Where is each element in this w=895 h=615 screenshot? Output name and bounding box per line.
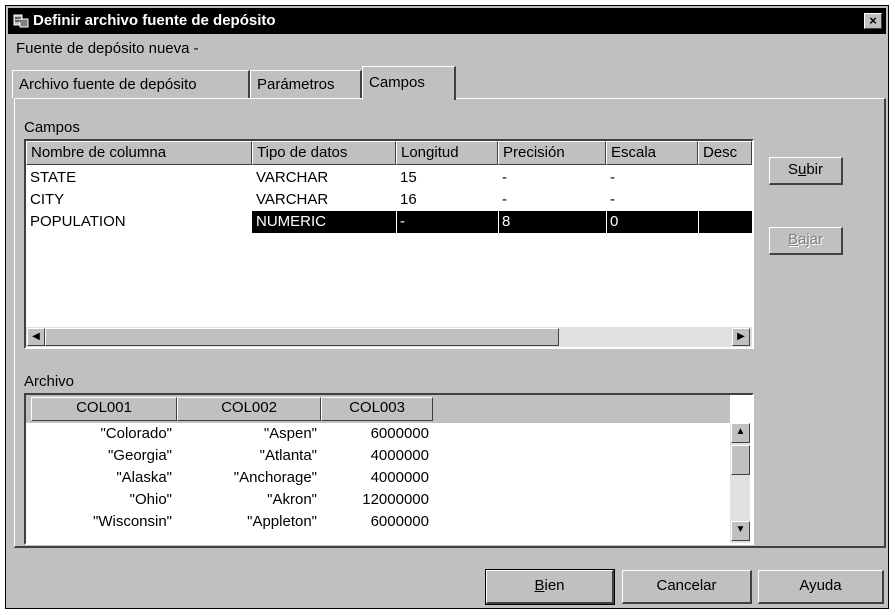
scroll-thumb[interactable] [731, 445, 750, 475]
cell: "Alaska" [116, 469, 172, 486]
cell: VARCHAR [256, 191, 329, 208]
cell-separator [606, 211, 607, 233]
file-preview[interactable]: COL001 COL002 COL003 "Colorado" "Aspen" … [24, 393, 754, 545]
cell: - [396, 211, 498, 233]
fields-table[interactable]: Nombre de columna Tipo de datos Longitud… [24, 139, 754, 349]
list-item: "Colorado" "Aspen" 6000000 [26, 423, 726, 445]
move-up-button[interactable]: Subir [769, 157, 843, 185]
list-item: "Ohio" "Akron" 12000000 [26, 489, 726, 511]
scroll-right-icon[interactable]: ▶ [732, 328, 750, 346]
campos-section-label: Campos [24, 119, 80, 136]
cell: 4000000 [370, 447, 429, 464]
move-down-button[interactable]: Bajar [769, 227, 843, 255]
cell: 6000000 [370, 513, 429, 530]
tab-label: Parámetros [257, 76, 335, 93]
button-label: S [787, 161, 798, 178]
cell: POPULATION [26, 211, 252, 233]
list-item: "Wisconsin" "Appleton" 6000000 [26, 511, 726, 533]
accelerator-key: B [787, 231, 798, 248]
subtitle: Fuente de depósito nueva - [16, 40, 199, 57]
ok-button[interactable]: Bien [485, 569, 615, 605]
cell-separator [396, 211, 397, 233]
scroll-thumb[interactable] [45, 328, 559, 346]
cell: "Aspen" [263, 425, 317, 442]
cell: "Appleton" [247, 513, 317, 530]
table-row[interactable]: CITY VARCHAR 16 - - [26, 189, 752, 211]
horizontal-scrollbar[interactable]: ◀ ▶ [26, 327, 752, 347]
column-header[interactable]: Nombre de columna [26, 141, 252, 165]
column-header[interactable]: Escala [606, 141, 698, 165]
tab-label: Campos [369, 74, 425, 91]
cell: - [502, 169, 507, 186]
cell: - [502, 191, 507, 208]
cell: NUMERIC [252, 211, 396, 233]
column-header[interactable]: COL001 [31, 397, 177, 421]
cell: "Colorado" [100, 425, 172, 442]
cell: CITY [30, 191, 65, 208]
preview-corner [730, 395, 752, 423]
button-label: ien [544, 577, 565, 594]
cell [698, 211, 752, 233]
column-header[interactable]: Desc [698, 141, 752, 165]
cell: - [610, 191, 615, 208]
cell: "Akron" [267, 491, 317, 508]
help-button[interactable]: Ayuda [758, 570, 884, 604]
button-label: ajar [798, 231, 824, 248]
cancel-button[interactable]: Cancelar [622, 570, 752, 604]
tab-campos[interactable]: Campos [362, 66, 456, 100]
list-item: "Georgia" "Atlanta" 4000000 [26, 445, 726, 467]
column-header[interactable]: Tipo de datos [252, 141, 396, 165]
cell: 12000000 [362, 491, 429, 508]
cell: 8 [498, 211, 606, 233]
column-header[interactable]: COL002 [177, 397, 321, 421]
accelerator-key: B [534, 577, 545, 594]
cell: 4000000 [370, 469, 429, 486]
dialog-window: Definir archivo fuente de depósito × Fue… [5, 5, 889, 609]
warehouse-source-icon [13, 14, 29, 28]
cell-separator [698, 211, 699, 233]
cell: "Atlanta" [259, 447, 317, 464]
scroll-left-icon[interactable]: ◀ [27, 328, 45, 346]
table-row[interactable]: STATE VARCHAR 15 - - [26, 167, 752, 189]
archivo-section-label: Archivo [24, 373, 75, 390]
cell: 15 [400, 169, 417, 186]
scroll-up-icon[interactable]: ▲ [731, 423, 750, 443]
cell: "Wisconsin" [93, 513, 172, 530]
tab-label: Archivo fuente de depósito [19, 76, 197, 93]
cell: STATE [30, 169, 77, 186]
column-header[interactable]: COL003 [321, 397, 433, 421]
cell: VARCHAR [256, 169, 329, 186]
column-header[interactable]: Precisión [498, 141, 606, 165]
button-label: bir [806, 161, 824, 178]
cell: 0 [606, 211, 698, 233]
cell: "Anchorage" [233, 469, 317, 486]
vertical-scrollbar[interactable]: ▲ ▼ [730, 423, 750, 543]
cell-separator [498, 211, 499, 233]
scroll-down-icon[interactable]: ▼ [731, 521, 750, 541]
cell: "Georgia" [107, 447, 172, 464]
cell: "Ohio" [129, 491, 172, 508]
tab-panel: Campos Nombre de columna Tipo de datos L… [14, 98, 886, 548]
list-item: "Alaska" "Anchorage" 4000000 [26, 467, 726, 489]
cell: - [610, 169, 615, 186]
tab-parametros[interactable]: Parámetros [250, 70, 362, 98]
tab-archivo-fuente[interactable]: Archivo fuente de depósito [12, 70, 250, 98]
table-row-selected[interactable]: POPULATION NUMERIC - 8 0 [26, 211, 752, 233]
cell: 16 [400, 191, 417, 208]
title-bar[interactable]: Definir archivo fuente de depósito × [8, 8, 886, 34]
column-header[interactable]: Longitud [396, 141, 498, 165]
close-button[interactable]: × [864, 13, 882, 29]
window-title: Definir archivo fuente de depósito [33, 12, 276, 29]
cell: 6000000 [370, 425, 429, 442]
